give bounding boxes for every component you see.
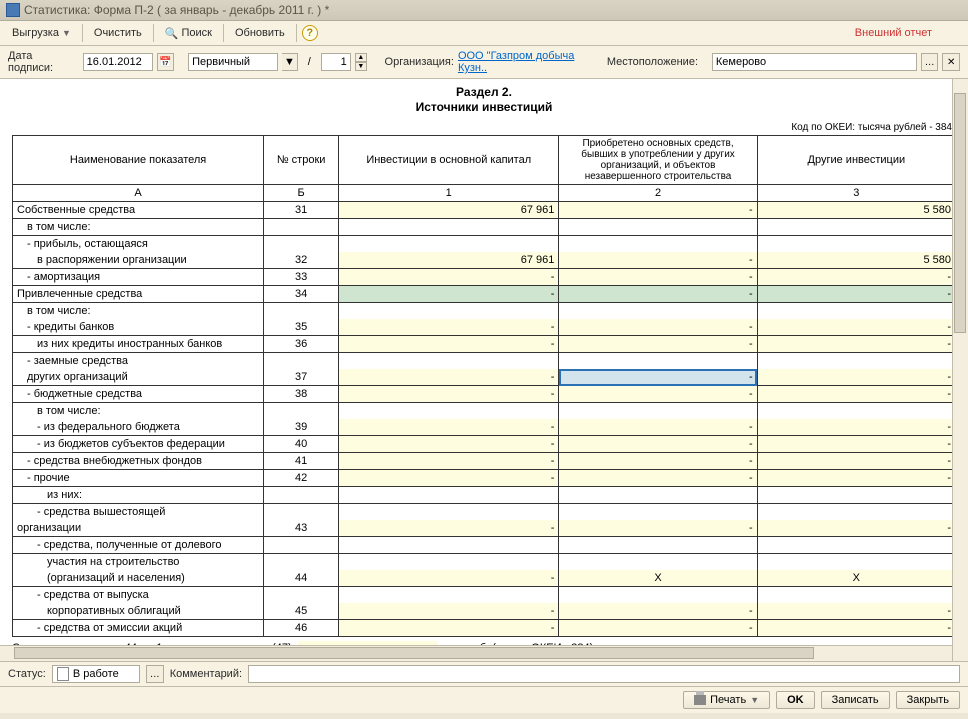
ok-button[interactable]: OK bbox=[776, 691, 815, 709]
table-row: - из бюджетов субъектов федерации40--- bbox=[13, 436, 956, 453]
table-row: в том числе: bbox=[13, 219, 956, 236]
export-button[interactable]: Выгрузка ▼ bbox=[6, 25, 77, 41]
scrollbar-vertical[interactable] bbox=[952, 79, 968, 661]
search-icon: 🔍 bbox=[165, 27, 179, 40]
sign-date-input[interactable] bbox=[83, 53, 153, 71]
table-row: - из федерального бюджета39--- bbox=[13, 419, 956, 436]
table-row: - средства вышестоящей bbox=[13, 504, 956, 521]
titlebar: Статистика: Форма П-2 ( за январь - дека… bbox=[0, 0, 968, 21]
printer-icon bbox=[694, 695, 706, 705]
section-subtitle: Источники инвестиций bbox=[12, 100, 956, 114]
clear-button[interactable]: Очистить bbox=[88, 25, 148, 41]
comment-label: Комментарий: bbox=[170, 668, 242, 680]
scrollbar-horizontal[interactable] bbox=[0, 645, 952, 661]
search-button[interactable]: 🔍Поиск bbox=[159, 25, 218, 42]
ellipsis-icon[interactable]: … bbox=[921, 53, 939, 71]
status-select[interactable]: В работе bbox=[52, 665, 140, 683]
statusbar: Статус: В работе … Комментарий: bbox=[0, 661, 968, 686]
th-1: Инвестиции в основной капитал bbox=[339, 136, 559, 185]
table-row: Привлеченные средства34--- bbox=[13, 286, 956, 303]
table-row: других организаций37--- bbox=[13, 369, 956, 386]
chevron-down-icon[interactable]: ▼ bbox=[282, 53, 298, 71]
print-button[interactable]: Печать ▼ bbox=[683, 691, 770, 709]
investments-table: Наименование показателя № строки Инвести… bbox=[12, 135, 956, 637]
document-area: Раздел 2. Источники инвестиций Код по ОК… bbox=[0, 79, 968, 661]
calendar-icon[interactable]: 📅 bbox=[157, 53, 175, 71]
th-2: Приобретено основных средств, бывших в у… bbox=[559, 136, 757, 185]
table-row: - заемные средства bbox=[13, 353, 956, 370]
comment-input[interactable] bbox=[248, 665, 960, 683]
number-input[interactable] bbox=[321, 53, 351, 71]
app-icon bbox=[6, 3, 20, 17]
th-3: Другие инвестиции bbox=[757, 136, 955, 185]
table-row: корпоративных облигаций45--- bbox=[13, 603, 956, 620]
table-row: участия на строительство bbox=[13, 554, 956, 571]
params-bar: Дата подписи: 📅 ▼ / ▲▼ Организация: ООО … bbox=[0, 46, 968, 79]
toolbar: Выгрузка ▼ Очистить 🔍Поиск Обновить ? Вн… bbox=[0, 21, 968, 46]
table-row: - прочие42--- bbox=[13, 470, 956, 487]
th-row: № строки bbox=[264, 136, 339, 185]
table-row: в том числе: bbox=[13, 403, 956, 420]
clear-icon[interactable]: ✕ bbox=[942, 53, 960, 71]
table-row: - средства от эмиссии акций46--- bbox=[13, 620, 956, 637]
window-title: Статистика: Форма П-2 ( за январь - дека… bbox=[24, 3, 329, 17]
ellipsis-icon[interactable]: … bbox=[146, 665, 164, 683]
table-row: - средства, полученные от долевого bbox=[13, 537, 956, 554]
spin-down-icon[interactable]: ▼ bbox=[355, 62, 367, 71]
org-link[interactable]: ООО "Газпром добыча Кузн.. bbox=[458, 50, 603, 74]
table-row: - прибыль, остающаяся bbox=[13, 236, 956, 253]
table-row: - кредиты банков35--- bbox=[13, 319, 956, 336]
section-title: Раздел 2. bbox=[12, 85, 956, 99]
close-button[interactable]: Закрыть bbox=[896, 691, 960, 709]
table-row: в том числе: bbox=[13, 303, 956, 320]
table-row: - амортизация33--- bbox=[13, 269, 956, 286]
table-row: из них кредиты иностранных банков36--- bbox=[13, 336, 956, 353]
primary-select[interactable] bbox=[188, 53, 278, 71]
table-row: - средства внебюджетных фондов41--- bbox=[13, 453, 956, 470]
save-button[interactable]: Записать bbox=[821, 691, 890, 709]
help-icon[interactable]: ? bbox=[302, 25, 318, 41]
table-row: (организаций и населения)44-XX bbox=[13, 570, 956, 587]
doc-icon bbox=[57, 667, 69, 681]
external-report-link[interactable]: Внешний отчет bbox=[855, 27, 932, 39]
table-row: Собственные средства3167 961-5 580 bbox=[13, 202, 956, 219]
sign-date-label: Дата подписи: bbox=[8, 50, 79, 74]
location-input[interactable] bbox=[712, 53, 917, 71]
org-label: Организация: bbox=[385, 56, 454, 68]
table-row: - бюджетные средства38--- bbox=[13, 386, 956, 403]
refresh-button[interactable]: Обновить bbox=[229, 25, 291, 41]
chevron-down-icon: ▼ bbox=[62, 28, 71, 38]
status-label: Статус: bbox=[8, 668, 46, 680]
table-row: организации43--- bbox=[13, 520, 956, 537]
table-row: - средства от выпуска bbox=[13, 587, 956, 604]
button-bar: Печать ▼ OK Записать Закрыть bbox=[0, 686, 968, 713]
loc-label: Местоположение: bbox=[607, 56, 698, 68]
th-name: Наименование показателя bbox=[13, 136, 264, 185]
table-row: из них: bbox=[13, 487, 956, 504]
spin-up-icon[interactable]: ▲ bbox=[355, 53, 367, 62]
okei-code: Код по ОКЕИ: тысяча рублей - 384 bbox=[12, 122, 952, 133]
table-row: в распоряжении организации3267 961-5 580 bbox=[13, 252, 956, 269]
